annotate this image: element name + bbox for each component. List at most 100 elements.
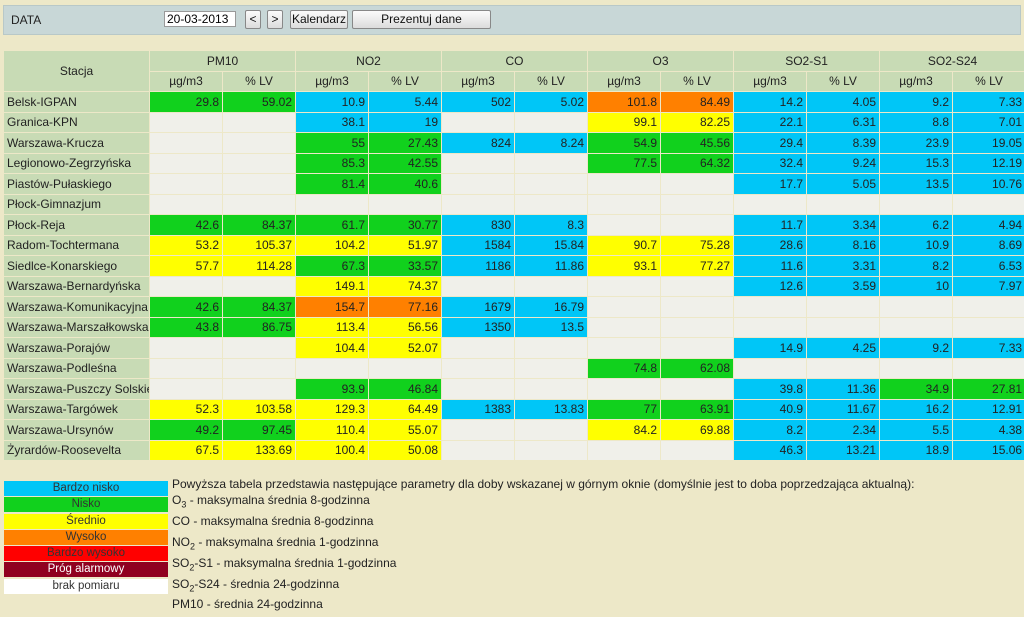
measurement-cell: 10.76	[953, 174, 1024, 194]
station-row: Warszawa-Bernardyńska 149.1 74.37 12.6 3.59 1…	[4, 276, 1024, 296]
measurement-cell: 8.69	[953, 235, 1024, 255]
station-row: Płock-Gimnazjum	[4, 194, 1024, 214]
station-name: Warszawa-Targówek	[4, 399, 149, 419]
measurement-cell	[515, 420, 588, 440]
measurement-cell	[661, 215, 734, 235]
measurement-cell: 43.8	[150, 317, 222, 337]
measurement-cell	[515, 276, 588, 296]
measurement-cell: 93.9	[296, 379, 369, 399]
date-input[interactable]	[164, 11, 236, 27]
calendar-button[interactable]: Kalendarz	[290, 10, 348, 29]
measurement-cell: 17.7	[734, 174, 807, 194]
measurement-cell: 8.39	[807, 133, 880, 153]
station-row: Siedlce-Konarskiego 57.7 114.28 67.3 33.57 11…	[4, 256, 1024, 276]
measurement-cell: 42.55	[369, 153, 442, 173]
measurements-table: Stacja PM10 NO2 CO O3 SO2-S1 SO2-S24 µg/m3% LV µ…	[3, 50, 1024, 461]
measurement-cell	[880, 317, 953, 337]
measurement-cell: 74.37	[369, 276, 442, 296]
legend-item: Wysoko	[4, 529, 168, 545]
station-row: Radom-Tochtermana 53.2 105.37 104.2 51.97 158…	[4, 235, 1024, 255]
unit-header-concentration: µg/m3	[442, 71, 515, 91]
pollutant-header: SO2-S1	[734, 51, 880, 71]
measurement-cell: 27.81	[953, 379, 1024, 399]
description-line: PM10 - średnia 24-godzinna	[172, 596, 914, 617]
measurement-cell: 15.06	[953, 440, 1024, 460]
measurement-cell	[296, 194, 369, 214]
measurement-cell: 54.9	[588, 133, 661, 153]
measurement-cell: 5.5	[880, 420, 953, 440]
measurement-cell: 33.57	[369, 256, 442, 276]
date-toolbar: DATA < > Kalendarz Prezentuj dane	[3, 5, 1021, 35]
measurement-cell	[223, 112, 296, 132]
measurement-cell: 13.83	[515, 399, 588, 419]
measurement-cell	[150, 133, 222, 153]
measurement-cell: 8.24	[515, 133, 588, 153]
parameters-description: Powyższa tabela przedstawia następujące …	[172, 476, 914, 617]
measurement-cell: 11.6	[734, 256, 807, 276]
station-name: Warszawa-Marszałkowska	[4, 317, 149, 337]
measurement-cell: 502	[442, 92, 515, 112]
measurement-cell: 28.6	[734, 235, 807, 255]
measurement-cell: 45.56	[661, 133, 734, 153]
measurement-cell: 8.2	[880, 256, 953, 276]
measurement-cell: 57.7	[150, 256, 222, 276]
measurement-cell: 62.08	[661, 358, 734, 378]
measurement-cell	[661, 379, 734, 399]
station-row: Legionowo-Zegrzyńska 85.3 42.55 77.5 64.32 32…	[4, 153, 1024, 173]
measurement-cell	[807, 358, 880, 378]
measurement-cell: 13.5	[880, 174, 953, 194]
measurement-cell: 29.4	[734, 133, 807, 153]
station-name: Piastów-Pułaskiego	[4, 174, 149, 194]
measurement-cell	[661, 194, 734, 214]
measurement-cell: 1186	[442, 256, 515, 276]
measurement-cell: 52.07	[369, 338, 442, 358]
measurement-cell: 15.84	[515, 235, 588, 255]
station-row: Płock-Reja 42.6 84.37 61.7 30.77 830 8.3 11.7 3.…	[4, 215, 1024, 235]
measurement-cell: 46.84	[369, 379, 442, 399]
measurement-cell: 129.3	[296, 399, 369, 419]
present-data-button[interactable]: Prezentuj dane	[352, 10, 491, 29]
measurement-cell: 84.37	[223, 215, 296, 235]
measurement-cell: 82.25	[661, 112, 734, 132]
station-row: Piastów-Pułaskiego 81.4 40.6 17.7 5.05 13.5 10…	[4, 174, 1024, 194]
measurement-cell	[661, 174, 734, 194]
measurement-cell: 32.4	[734, 153, 807, 173]
pollutant-header: CO	[442, 51, 588, 71]
measurement-cell: 7.33	[953, 92, 1024, 112]
measurement-cell	[515, 440, 588, 460]
measurement-cell: 3.59	[807, 276, 880, 296]
station-name: Żyrardów-Roosevelta	[4, 440, 149, 460]
measurement-cell	[661, 317, 734, 337]
measurement-cell: 1350	[442, 317, 515, 337]
station-name: Warszawa-Ursynów	[4, 420, 149, 440]
measurement-cell	[515, 338, 588, 358]
measurement-cell: 81.4	[296, 174, 369, 194]
next-day-button[interactable]: >	[267, 10, 283, 29]
measurement-cell	[807, 297, 880, 317]
measurement-cell: 1679	[442, 297, 515, 317]
measurement-cell: 84.49	[661, 92, 734, 112]
measurement-cell	[296, 358, 369, 378]
previous-day-button[interactable]: <	[245, 10, 261, 29]
measurement-cell: 77.5	[588, 153, 661, 173]
station-name: Warszawa-Puszczy Solskiej	[4, 379, 149, 399]
measurement-cell	[515, 194, 588, 214]
unit-header-percent-lv: % LV	[223, 71, 296, 91]
measurement-cell: 8.8	[880, 112, 953, 132]
measurement-cell: 64.49	[369, 399, 442, 419]
measurement-cell	[953, 297, 1024, 317]
measurement-cell: 39.8	[734, 379, 807, 399]
description-line: SO2-S1 - maksymalna średnia 1-godzinna	[172, 555, 914, 576]
unit-header-percent-lv: % LV	[515, 71, 588, 91]
measurement-cell	[223, 338, 296, 358]
measurement-cell: 55	[296, 133, 369, 153]
measurement-cell	[661, 276, 734, 296]
legend-item: Bardzo wysoko	[4, 546, 168, 562]
measurement-cell: 10.9	[880, 235, 953, 255]
measurement-cell: 63.91	[661, 399, 734, 419]
measurement-cell: 4.05	[807, 92, 880, 112]
measurement-cell: 10.9	[296, 92, 369, 112]
legend-item: Nisko	[4, 497, 168, 513]
measurement-cell	[661, 297, 734, 317]
measurement-cell: 1383	[442, 399, 515, 419]
